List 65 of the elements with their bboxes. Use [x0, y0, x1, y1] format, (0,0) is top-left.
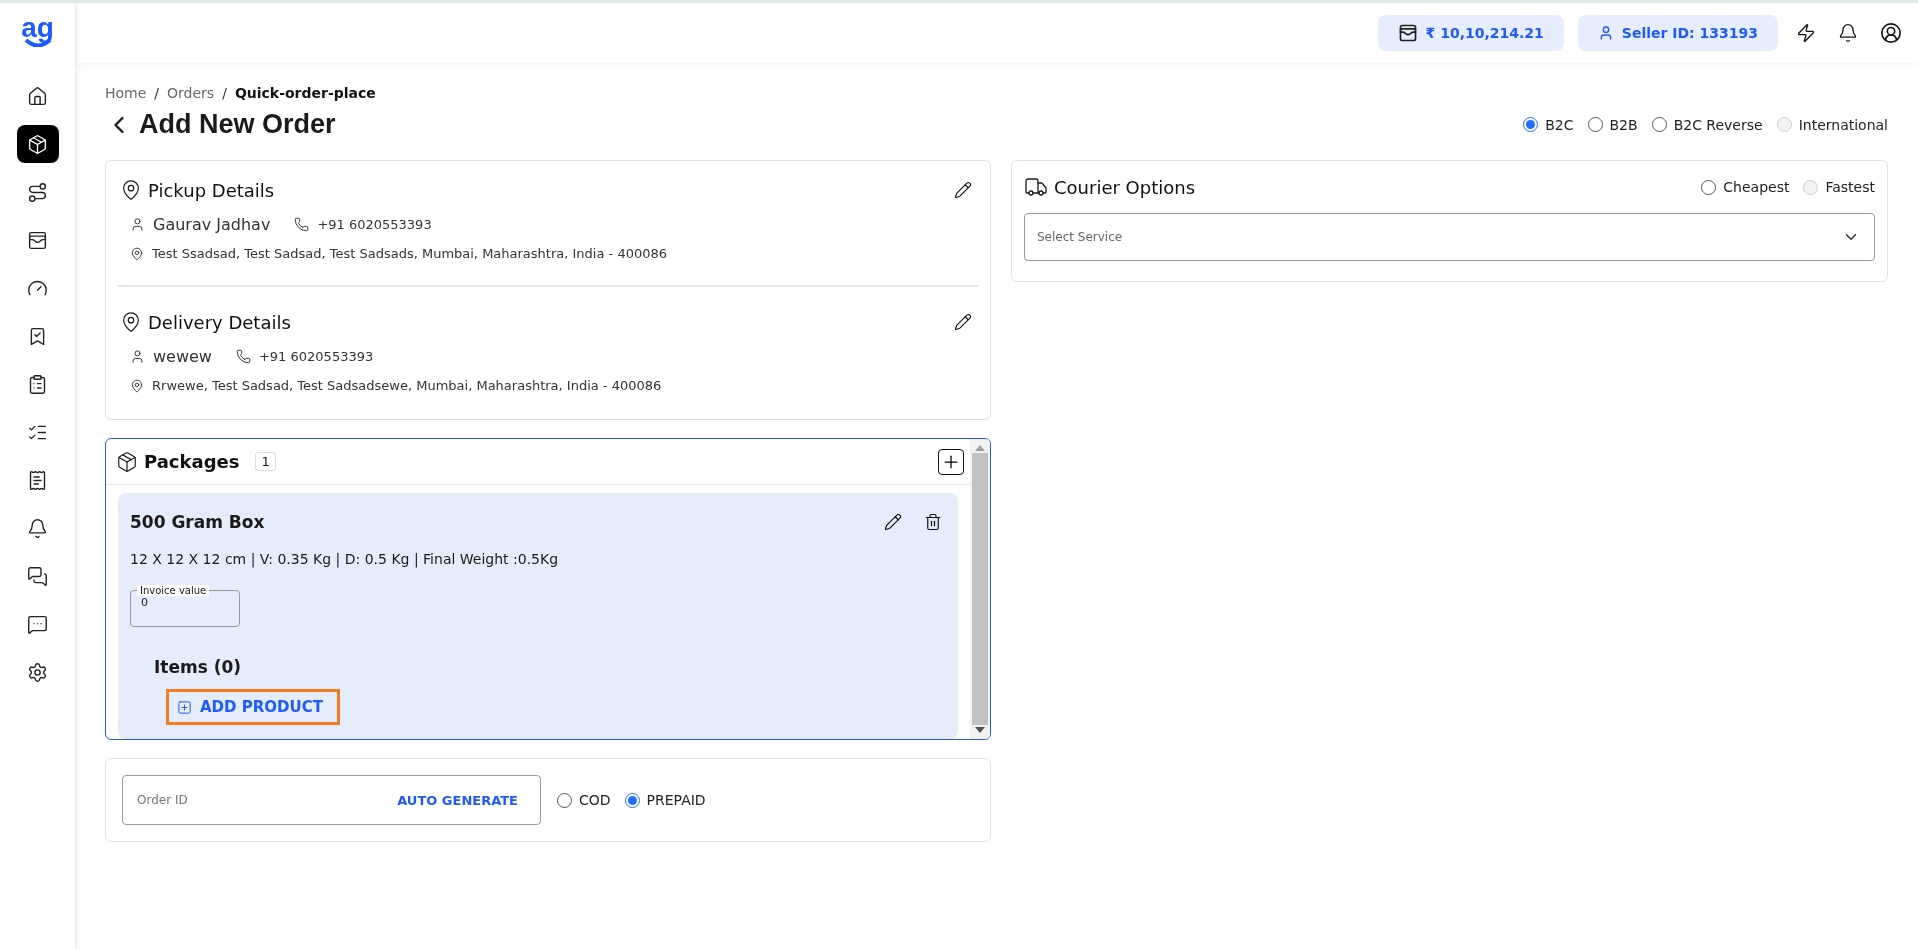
package-count: 1	[255, 452, 276, 471]
contact-phone: +91 6020553393	[317, 217, 432, 232]
pencil-icon	[954, 313, 972, 331]
scrollbar[interactable]	[970, 439, 990, 739]
wallet-icon	[27, 229, 48, 251]
payment-radio[interactable]: PREPAID	[624, 792, 706, 808]
order-type-radio[interactable]: B2B	[1587, 116, 1638, 133]
section-title: Packages	[144, 451, 240, 472]
chat-icon	[27, 565, 48, 587]
settings-icon	[27, 661, 48, 683]
person-icon	[130, 217, 145, 232]
invoice-value-field[interactable]: Invoice value 0	[130, 585, 240, 627]
section-title: Delivery Details	[148, 311, 291, 333]
auto-generate-link[interactable]: AUTO GENERATE	[397, 792, 518, 808]
logo[interactable]: ag	[21, 17, 54, 47]
address-text: Test Ssadsad, Test Sadsad, Test Sadsads, Mumbai, Maharashtra, India - 400086	[152, 246, 667, 261]
contact-name: wewew	[153, 347, 212, 366]
wallet-icon	[1397, 23, 1418, 43]
location-pin-icon	[120, 179, 142, 201]
bell-icon	[1838, 23, 1858, 43]
breadcrumb-separator: /	[154, 85, 160, 101]
clipboard-icon	[27, 373, 48, 395]
phone-icon	[294, 217, 310, 232]
box-icon	[27, 133, 48, 155]
seller-id[interactable]: Seller ID: 133193	[1577, 15, 1778, 51]
truck-icon	[1024, 175, 1048, 199]
box-icon	[116, 450, 138, 473]
section-title: Courier Options	[1054, 176, 1196, 198]
location-pin-icon	[120, 311, 142, 333]
route-icon	[27, 181, 48, 203]
contact-phone: +91 6020553393	[258, 349, 374, 364]
breadcrumb-link[interactable]: Home	[105, 85, 147, 101]
home-icon	[27, 85, 48, 107]
trash-icon	[924, 513, 942, 531]
location-pin-icon	[130, 246, 144, 261]
location-pin-icon	[130, 378, 144, 393]
sidebar-box-button[interactable]	[16, 125, 59, 163]
order-type-radio[interactable]: B2C	[1523, 116, 1574, 133]
sort-radio[interactable]: Cheapest	[1701, 179, 1790, 195]
phone-icon	[235, 349, 251, 364]
pencil-icon	[884, 513, 902, 531]
order-id-field[interactable]: Order ID AUTO GENERATE	[122, 775, 541, 825]
wallet-balance[interactable]: ₹ 10,10,214.21	[1377, 15, 1564, 51]
add-product-button[interactable]: ADD PRODUCT	[166, 689, 340, 725]
breadcrumb-link[interactable]: Quick-order-place	[234, 85, 376, 101]
receipt-icon	[27, 469, 48, 491]
contact-name: Gaurav Jadhav	[153, 215, 271, 234]
order-type-radio[interactable]: B2C Reverse	[1651, 116, 1763, 133]
payment-radio[interactable]: COD	[557, 792, 611, 808]
service-select[interactable]: Select Service	[1024, 213, 1875, 261]
page-title: Add New Order	[139, 109, 336, 140]
pencil-icon	[954, 181, 972, 199]
section-title: Pickup Details	[148, 179, 275, 201]
breadcrumb-link[interactable]: Orders	[167, 85, 215, 101]
user-circle-icon	[1880, 22, 1902, 44]
package-specs: 12 X 12 X 12 cm | V: 0.35 Kg | D: 0.5 Kg | Final Weight :0.5Kg	[130, 551, 560, 567]
package-name: 500 Gram Box	[130, 512, 265, 532]
plus-square-icon	[177, 699, 192, 715]
lightning-icon	[1796, 23, 1816, 43]
items-heading: Items (0)	[154, 657, 243, 677]
breadcrumb-separator: /	[222, 85, 227, 101]
bell-icon	[27, 517, 48, 539]
person-icon	[130, 349, 145, 364]
add-package-button[interactable]	[938, 448, 964, 475]
address-text: Rrwewe, Test Sadsad, Test Sadsadsewe, Mumbai, Maharashtra, India - 400086	[152, 378, 662, 393]
